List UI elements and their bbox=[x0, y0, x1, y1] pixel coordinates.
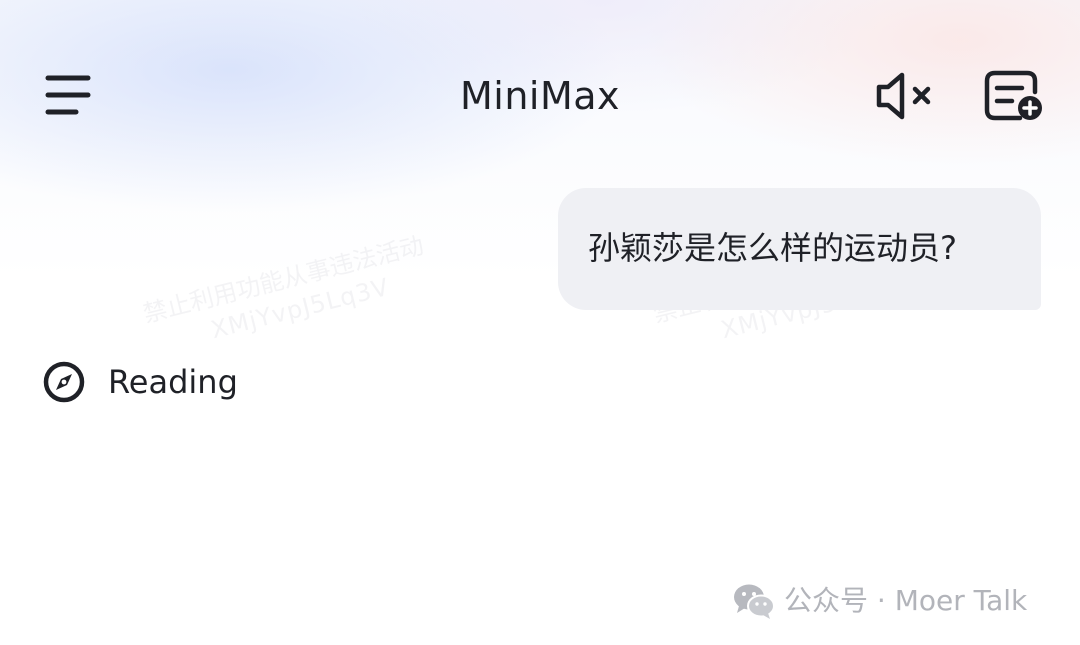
compass-icon bbox=[43, 361, 85, 403]
user-message-text: 孙颖莎是怎么样的运动员? bbox=[588, 229, 957, 267]
status-label: Reading bbox=[108, 363, 238, 401]
speaker-muted-icon[interactable] bbox=[874, 70, 936, 122]
app-title: MiniMax bbox=[459, 74, 621, 118]
new-chat-icon[interactable] bbox=[982, 68, 1044, 124]
footer-source-label: 公众号 · Moer Talk bbox=[784, 584, 1028, 617]
wechat-icon bbox=[734, 584, 775, 619]
user-message-bubble[interactable]: 孙颖莎是怎么样的运动员? bbox=[558, 188, 1041, 310]
hamburger-menu-icon[interactable] bbox=[44, 72, 94, 118]
